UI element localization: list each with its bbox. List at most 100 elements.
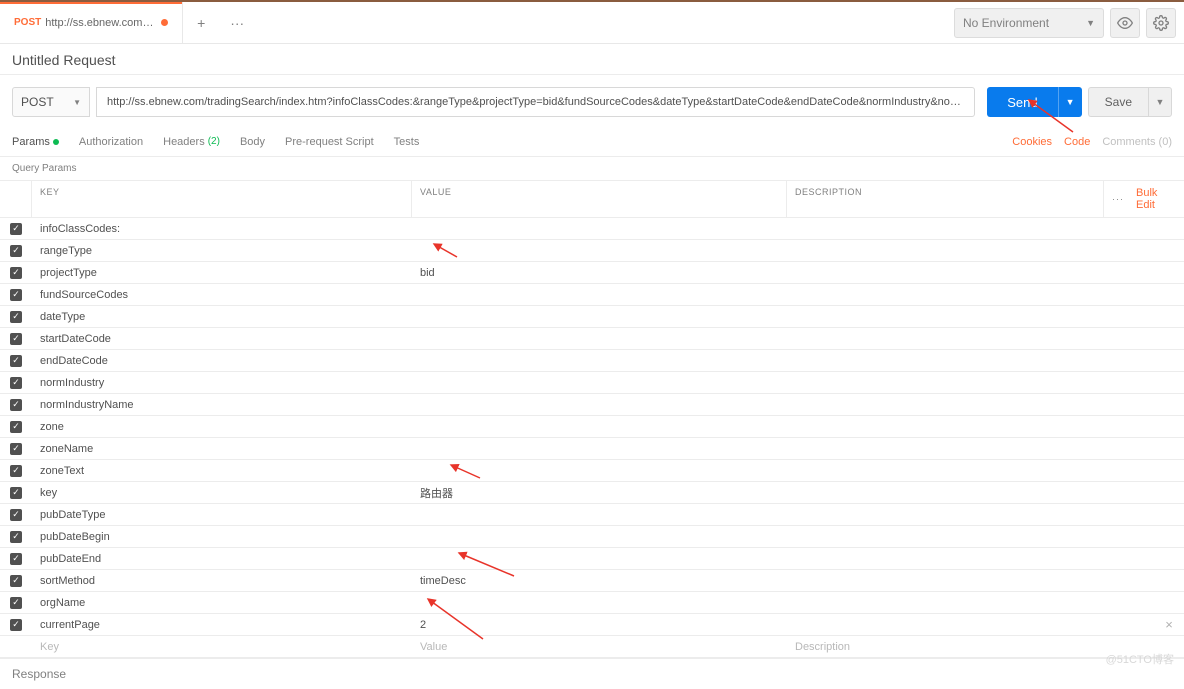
send-dropdown-button[interactable]: ▼ xyxy=(1058,87,1082,117)
placeholder-key[interactable]: Key xyxy=(32,641,412,653)
param-row[interactable]: ✓ normIndustryName xyxy=(0,394,1184,416)
param-row[interactable]: ✓ dateType xyxy=(0,306,1184,328)
gear-icon-button[interactable] xyxy=(1146,8,1176,38)
new-tab-button[interactable]: + xyxy=(183,2,219,43)
query-params-heading: Query Params xyxy=(0,157,1184,180)
param-key[interactable]: normIndustry xyxy=(32,377,412,389)
param-checkbox[interactable]: ✓ xyxy=(10,443,22,455)
param-checkbox[interactable]: ✓ xyxy=(10,399,22,411)
param-value[interactable]: 路由器 xyxy=(412,485,787,501)
param-row[interactable]: ✓ pubDateEnd xyxy=(0,548,1184,570)
param-checkbox[interactable]: ✓ xyxy=(10,619,22,631)
tab-headers[interactable]: Headers (2) xyxy=(163,134,220,150)
param-key[interactable]: rangeType xyxy=(32,245,412,257)
param-checkbox[interactable]: ✓ xyxy=(10,333,22,345)
param-key[interactable]: zoneText xyxy=(32,465,412,477)
param-row[interactable]: ✓ endDateCode xyxy=(0,350,1184,372)
param-key[interactable]: currentPage xyxy=(32,619,412,631)
param-row[interactable]: ✓ pubDateBegin xyxy=(0,526,1184,548)
placeholder-description[interactable]: Description xyxy=(787,641,1154,653)
link-cookies[interactable]: Cookies xyxy=(1012,136,1052,148)
send-button[interactable]: Send xyxy=(987,87,1057,117)
param-row[interactable]: ≡✓currentPage2× xyxy=(0,614,1184,636)
placeholder-value[interactable]: Value xyxy=(412,641,787,653)
column-key: KEY xyxy=(32,181,412,217)
param-row[interactable]: ✓ rangeType xyxy=(0,240,1184,262)
tab-method-label: POST xyxy=(14,17,41,28)
params-active-dot-icon xyxy=(53,139,59,145)
param-key[interactable]: normIndustryName xyxy=(32,399,412,411)
param-row[interactable]: ✓ sortMethodtimeDesc xyxy=(0,570,1184,592)
param-value[interactable]: timeDesc xyxy=(412,575,787,587)
param-key[interactable]: sortMethod xyxy=(32,575,412,587)
table-more-button[interactable]: ··· xyxy=(1112,194,1124,204)
param-checkbox[interactable]: ✓ xyxy=(10,245,22,257)
url-input[interactable] xyxy=(96,87,975,117)
param-row[interactable]: ✓ zoneName xyxy=(0,438,1184,460)
param-checkbox[interactable]: ✓ xyxy=(10,509,22,521)
eye-icon-button[interactable] xyxy=(1110,8,1140,38)
save-button[interactable]: Save xyxy=(1088,87,1148,117)
param-checkbox[interactable]: ✓ xyxy=(10,377,22,389)
tab-prerequest[interactable]: Pre-request Script xyxy=(285,134,374,150)
method-selector[interactable]: POST ▼ xyxy=(12,87,90,117)
param-key[interactable]: orgName xyxy=(32,597,412,609)
bulk-edit-link[interactable]: Bulk Edit xyxy=(1136,187,1172,211)
save-dropdown-button[interactable]: ▼ xyxy=(1148,87,1172,117)
param-row[interactable]: ✓ projectTypebid xyxy=(0,262,1184,284)
param-row[interactable]: ✓ pubDateType xyxy=(0,504,1184,526)
link-code[interactable]: Code xyxy=(1064,136,1090,148)
link-comments[interactable]: Comments (0) xyxy=(1102,136,1172,148)
param-key[interactable]: zone xyxy=(32,421,412,433)
param-row[interactable]: ✓ key路由器 xyxy=(0,482,1184,504)
param-row[interactable]: ✓ zone xyxy=(0,416,1184,438)
param-key[interactable]: pubDateEnd xyxy=(32,553,412,565)
param-key[interactable]: dateType xyxy=(32,311,412,323)
tab-params[interactable]: Params xyxy=(12,134,59,150)
param-checkbox[interactable]: ✓ xyxy=(10,355,22,367)
param-checkbox[interactable]: ✓ xyxy=(10,597,22,609)
tabs-row: POST http://ss.ebnew.com/tradingS... + ·… xyxy=(0,2,954,43)
request-tab[interactable]: POST http://ss.ebnew.com/tradingS... xyxy=(0,2,183,43)
param-row-placeholder[interactable]: Key Value Description xyxy=(0,636,1184,658)
param-key[interactable]: pubDateBegin xyxy=(32,531,412,543)
param-key[interactable]: key xyxy=(32,487,412,499)
param-checkbox[interactable]: ✓ xyxy=(10,223,22,235)
param-key[interactable]: zoneName xyxy=(32,443,412,455)
param-checkbox[interactable]: ✓ xyxy=(10,465,22,477)
param-value[interactable]: 2 xyxy=(412,619,787,631)
param-row[interactable]: ✓ zoneText xyxy=(0,460,1184,482)
param-key[interactable]: startDateCode xyxy=(32,333,412,345)
tab-tests[interactable]: Tests xyxy=(394,134,420,150)
param-checkbox[interactable]: ✓ xyxy=(10,311,22,323)
param-row[interactable]: ✓ infoClassCodes: xyxy=(0,218,1184,240)
param-checkbox[interactable]: ✓ xyxy=(10,267,22,279)
param-row[interactable]: ✓ normIndustry xyxy=(0,372,1184,394)
tab-headers-label: Headers xyxy=(163,136,205,148)
param-key[interactable]: projectType xyxy=(32,267,412,279)
param-checkbox[interactable]: ✓ xyxy=(10,531,22,543)
param-checkbox[interactable]: ✓ xyxy=(10,421,22,433)
param-value[interactable]: bid xyxy=(412,267,787,279)
unsaved-dot-icon xyxy=(161,19,168,26)
param-key[interactable]: fundSourceCodes xyxy=(32,289,412,301)
param-row[interactable]: ✓ orgName xyxy=(0,592,1184,614)
tab-more-button[interactable]: ··· xyxy=(219,2,255,43)
param-key[interactable]: infoClassCodes: xyxy=(32,223,412,235)
param-checkbox[interactable]: ✓ xyxy=(10,289,22,301)
param-key[interactable]: pubDateType xyxy=(32,509,412,521)
params-table: KEY VALUE DESCRIPTION ··· Bulk Edit ✓inf… xyxy=(0,180,1184,658)
tab-authorization[interactable]: Authorization xyxy=(79,134,143,150)
close-icon[interactable]: × xyxy=(1162,617,1176,632)
column-value: VALUE xyxy=(412,181,787,217)
environment-selector[interactable]: No Environment ▼ xyxy=(954,8,1104,38)
tab-headers-count: (2) xyxy=(208,136,220,147)
param-checkbox[interactable]: ✓ xyxy=(10,487,22,499)
param-row[interactable]: ✓ startDateCode xyxy=(0,328,1184,350)
chevron-down-icon: ▼ xyxy=(1086,18,1095,28)
param-key[interactable]: endDateCode xyxy=(32,355,412,367)
param-row[interactable]: ✓ fundSourceCodes xyxy=(0,284,1184,306)
param-checkbox[interactable]: ✓ xyxy=(10,575,22,587)
tab-body[interactable]: Body xyxy=(240,134,265,150)
param-checkbox[interactable]: ✓ xyxy=(10,553,22,565)
